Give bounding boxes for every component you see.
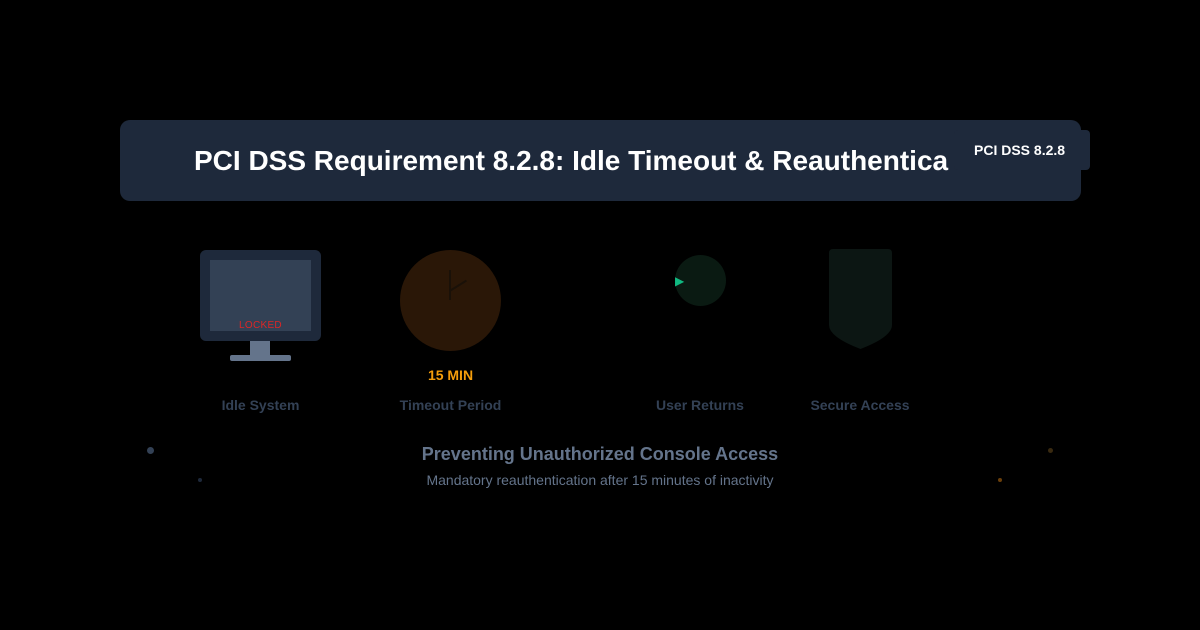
stage-label-idle-system: Idle System [221, 397, 300, 413]
clock-icon [400, 250, 501, 351]
decor-dot [1048, 448, 1053, 453]
timeout-value: 15 MIN [427, 367, 474, 383]
page-title: PCI DSS Requirement 8.2.8: Idle Timeout … [194, 145, 949, 176]
section-heading: Preventing Unauthorized Console Access [421, 444, 779, 464]
section-subheading: Mandatory reauthentication after 15 minu… [426, 472, 774, 488]
decor-dot [198, 478, 202, 482]
shield-icon [829, 249, 892, 349]
decor-dot [147, 447, 154, 454]
monitor-icon: LOCKED [200, 250, 321, 341]
requirement-badge-label: PCI DSS 8.2.8 [974, 142, 1066, 158]
locked-text: LOCKED [239, 320, 282, 331]
stage-label-user-returns: User Returns [656, 397, 744, 413]
requirement-badge: PCI DSS 8.2.8 [954, 130, 1090, 170]
monitor-stand-neck [250, 341, 270, 355]
stage-label-secure-access: Secure Access [810, 397, 910, 413]
monitor-screen: LOCKED [210, 260, 311, 331]
decor-dot [998, 478, 1002, 482]
stage-label-timeout-period: Timeout Period [399, 397, 502, 413]
clock-hour-hand [449, 270, 451, 300]
monitor-stand-base [230, 355, 291, 361]
play-icon: ▶ [675, 274, 685, 288]
diagram-canvas: PCI DSS Requirement 8.2.8: Idle Timeout … [0, 0, 1200, 630]
title-banner: PCI DSS Requirement 8.2.8: Idle Timeout … [120, 120, 1081, 201]
